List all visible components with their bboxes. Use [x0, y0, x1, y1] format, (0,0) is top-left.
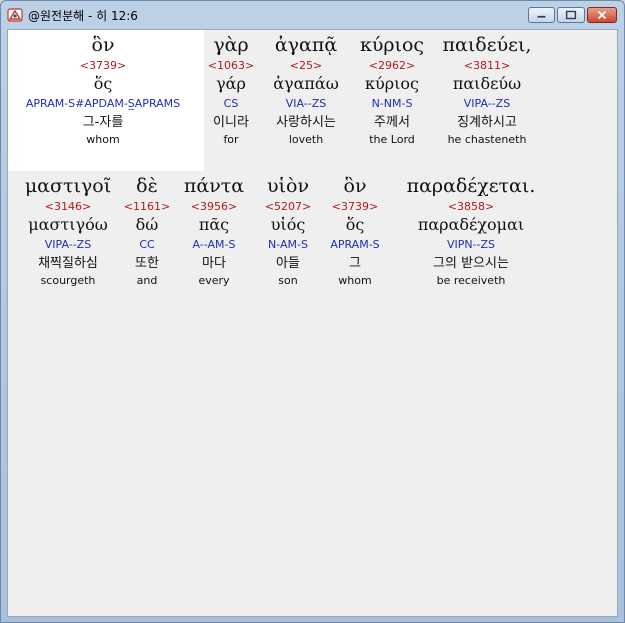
- lemma: παραδέχομαι: [417, 215, 525, 234]
- greek-word: παιδεύει,: [442, 34, 532, 56]
- greek-word: υἱὸν: [267, 175, 309, 197]
- parsing-code: A--AM-S: [192, 238, 236, 251]
- strongs-number: <3739>: [331, 200, 379, 213]
- parsing-code: CC: [139, 238, 155, 251]
- lemma: μαστιγόω: [28, 215, 108, 234]
- parsing-code: N-NM-S: [371, 97, 413, 110]
- parsing-code: N-AM-S: [268, 238, 308, 251]
- lemma: πᾶς: [198, 215, 230, 234]
- english-gloss: be receiveth: [436, 274, 506, 287]
- greek-word: πάντα: [183, 175, 245, 197]
- english-gloss: whom: [86, 133, 120, 146]
- english-gloss: son: [278, 274, 298, 287]
- strongs-number: <5207>: [264, 200, 312, 213]
- greek-word: ὃν: [91, 34, 115, 56]
- greek-word: παραδέχεται.: [406, 175, 536, 197]
- word-column[interactable]: πάντα <3956> πᾶς A--AM-S 마다 every: [174, 173, 254, 288]
- maximize-button[interactable]: [557, 7, 585, 23]
- parsing-code: APRAM-S: [330, 238, 380, 251]
- word-column[interactable]: ὃν <3739> ὅς APRAM-S 그 whom: [320, 173, 390, 288]
- english-gloss: for: [223, 133, 239, 146]
- word-column[interactable]: παραδέχεται. <3858> παραδέχομαι VIPN--ZS…: [392, 173, 550, 288]
- lemma: κύριος: [365, 74, 419, 93]
- window-title: @원전분해 - 히 12:6: [28, 9, 138, 23]
- interlinear-view[interactable]: ὃν <3739> ὅς APRAM-S#APDAM-S̲APRAMS 그-자를…: [7, 29, 618, 617]
- parsing-code: VIPA--ZS: [44, 238, 92, 251]
- korean-gloss: 그: [349, 256, 361, 271]
- strongs-number: <3146>: [44, 200, 92, 213]
- maximize-icon: [565, 10, 577, 20]
- lemma: γάρ: [216, 74, 246, 93]
- korean-gloss: 징계하시고: [457, 115, 517, 130]
- greek-word: μαστιγοῖ: [24, 175, 112, 197]
- word-column[interactable]: δὲ <1161> δώ CC 또한 and: [122, 173, 172, 288]
- title-bar[interactable]: @원전분해 - 히 12:6: [1, 1, 624, 29]
- english-gloss: the Lord: [369, 133, 415, 146]
- parsing-code: CS: [223, 97, 239, 110]
- korean-gloss: 아들: [276, 256, 300, 271]
- strongs-number: <3811>: [463, 59, 511, 72]
- korean-gloss: 이니라: [213, 115, 249, 130]
- english-gloss: and: [136, 274, 158, 287]
- strongs-number: <2962>: [368, 59, 416, 72]
- bible-app-icon: [7, 8, 23, 22]
- strongs-number: <1063>: [207, 59, 255, 72]
- word-column[interactable]: μαστιγοῖ <3146> μαστιγόω VIPA--ZS 채찍질하심 …: [10, 173, 126, 288]
- strongs-number: <25>: [289, 59, 323, 72]
- word-column[interactable]: γὰρ <1063> γάρ CS 이니라 for: [204, 32, 258, 147]
- korean-gloss: 사랑하시는: [276, 115, 336, 130]
- korean-gloss: 그의 받으시는: [433, 256, 509, 271]
- english-gloss: he chasteneth: [447, 133, 527, 146]
- parsing-code: APRAM-S#APDAM-S̲APRAMS: [25, 97, 181, 110]
- parsing-code: VIPA--ZS: [463, 97, 511, 110]
- word-column[interactable]: υἱὸν <5207> υἱός N-AM-S 아들 son: [258, 173, 318, 288]
- word-column[interactable]: κύριος <2962> κύριος N-NM-S 주께서 the Lord: [352, 32, 432, 147]
- english-gloss: scourgeth: [40, 274, 96, 287]
- lemma: ὅς: [93, 74, 113, 93]
- greek-word: κύριος: [359, 34, 425, 56]
- lemma: υἱός: [270, 215, 306, 234]
- greek-word: γὰρ: [213, 34, 249, 56]
- minimize-button[interactable]: [528, 7, 555, 23]
- close-icon: [597, 10, 607, 20]
- word-column[interactable]: ἀγαπᾷ <25> ἀγαπάω VIA--ZS 사랑하시는 loveth: [262, 32, 350, 147]
- english-gloss: every: [198, 274, 230, 287]
- word-column[interactable]: παιδεύει, <3811> παιδεύω VIPA--ZS 징계하시고 …: [434, 32, 540, 147]
- lemma: ὅς: [345, 215, 365, 234]
- english-gloss: loveth: [288, 133, 324, 146]
- korean-gloss: 채찍질하심: [38, 256, 98, 271]
- minimize-icon: [537, 15, 546, 18]
- english-gloss: whom: [338, 274, 372, 287]
- word-column[interactable]: ὃν <3739> ὅς APRAM-S#APDAM-S̲APRAMS 그-자를…: [10, 32, 196, 147]
- close-button[interactable]: [587, 7, 617, 23]
- korean-gloss: 마다: [202, 256, 226, 271]
- parsing-code: VIPN--ZS: [446, 238, 496, 251]
- strongs-number: <3739>: [79, 59, 127, 72]
- lemma: δώ: [135, 215, 159, 234]
- strongs-number: <3858>: [447, 200, 495, 213]
- greek-word: ὃν: [343, 175, 367, 197]
- korean-gloss: 또한: [135, 256, 159, 271]
- strongs-number: <3956>: [190, 200, 238, 213]
- greek-word: ἀγαπᾷ: [274, 34, 338, 56]
- lemma: ἀγαπάω: [273, 74, 339, 93]
- app-window: @원전분해 - 히 12:6 ὃν <3739> ὅς APRAM-S#APDA…: [0, 0, 625, 623]
- parsing-code: VIA--ZS: [285, 97, 327, 110]
- korean-gloss: 그-자를: [82, 115, 124, 130]
- korean-gloss: 주께서: [374, 115, 410, 130]
- lemma: παιδεύω: [452, 74, 522, 93]
- strongs-number: <1161>: [123, 200, 171, 213]
- greek-word: δὲ: [136, 175, 158, 197]
